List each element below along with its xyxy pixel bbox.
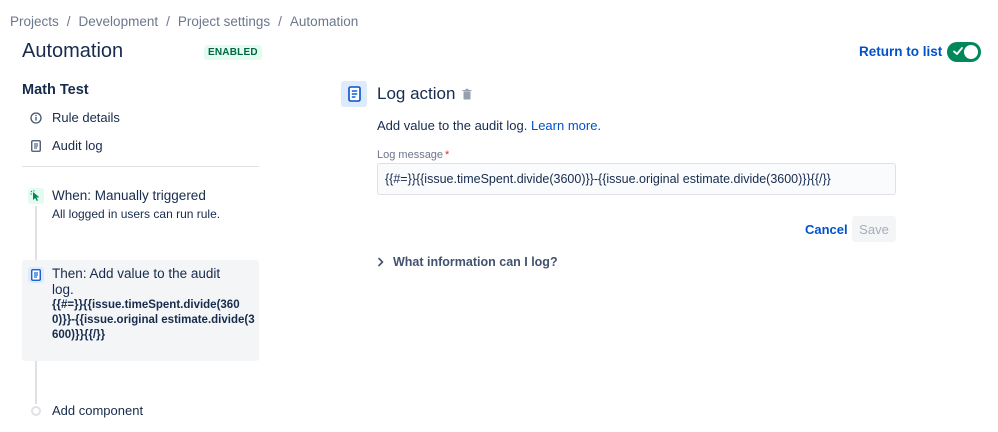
document-icon <box>28 267 44 283</box>
info-expander[interactable]: What information can I log? <box>377 255 558 269</box>
breadcrumb-separator: / <box>166 14 170 29</box>
expander-label: What information can I log? <box>393 255 558 269</box>
action-component-selected[interactable]: Then: Add value to the audit log. {{#=}}… <box>22 260 259 361</box>
required-marker: * <box>445 149 450 161</box>
breadcrumb-separator: / <box>278 14 282 29</box>
panel-title: Log action <box>377 84 456 103</box>
trash-icon[interactable] <box>461 88 473 100</box>
document-icon <box>30 139 42 152</box>
breadcrumb-projects[interactable]: Projects <box>10 14 59 29</box>
sidebar-item-rule-details[interactable]: Rule details <box>30 110 120 125</box>
page-title: Automation <box>22 40 124 62</box>
breadcrumb-automation[interactable]: Automation <box>290 14 358 29</box>
sidebar-item-label: Audit log <box>52 138 103 153</box>
field-label-text: Log message <box>377 149 444 161</box>
breadcrumb-separator: / <box>66 14 71 29</box>
save-button[interactable]: Save <box>852 216 896 242</box>
rule-enabled-toggle[interactable] <box>947 42 981 62</box>
status-badge: ENABLED <box>204 45 262 60</box>
trigger-subtitle: All logged in users can run rule. <box>52 207 221 221</box>
trigger-title: When: Manually triggered <box>52 188 206 203</box>
log-message-label: Log message * <box>377 149 449 161</box>
breadcrumb-development[interactable]: Development <box>79 14 159 29</box>
chevron-right-icon <box>378 257 384 267</box>
add-component-label: Add component <box>52 403 144 418</box>
breadcrumb-project-settings[interactable]: Project settings <box>178 14 270 29</box>
action-detail: {{#=}}{{issue.timeSpent.divide(3600)}}-{… <box>52 299 255 341</box>
rule-name: Math Test <box>22 82 89 98</box>
action-title: Then: Add value to the audit log. <box>52 266 221 297</box>
sidebar-divider <box>22 166 259 167</box>
return-to-list-link[interactable]: Return to list <box>859 44 942 59</box>
description-text: Add value to the audit log. <box>377 118 528 133</box>
log-message-input[interactable]: {{#=}}{{issue.timeSpent.divide(3600)}}-{… <box>377 163 896 195</box>
cancel-button[interactable]: Cancel <box>797 216 856 242</box>
check-icon <box>953 47 963 55</box>
panel-description: Add value to the audit log. Learn more. <box>377 118 601 133</box>
learn-more-link[interactable]: Learn more. <box>531 118 601 133</box>
sidebar-item-audit-log[interactable]: Audit log <box>30 138 103 153</box>
document-icon <box>341 81 367 107</box>
info-icon <box>30 111 42 124</box>
cursor-click-icon <box>28 188 44 204</box>
timeline-dot <box>31 405 41 416</box>
toggle-knob <box>964 45 978 59</box>
sidebar-item-label: Rule details <box>52 110 120 125</box>
add-component-button[interactable]: Add component <box>22 403 143 418</box>
breadcrumb: Projects / Development / Project settings / Au… <box>10 14 358 29</box>
